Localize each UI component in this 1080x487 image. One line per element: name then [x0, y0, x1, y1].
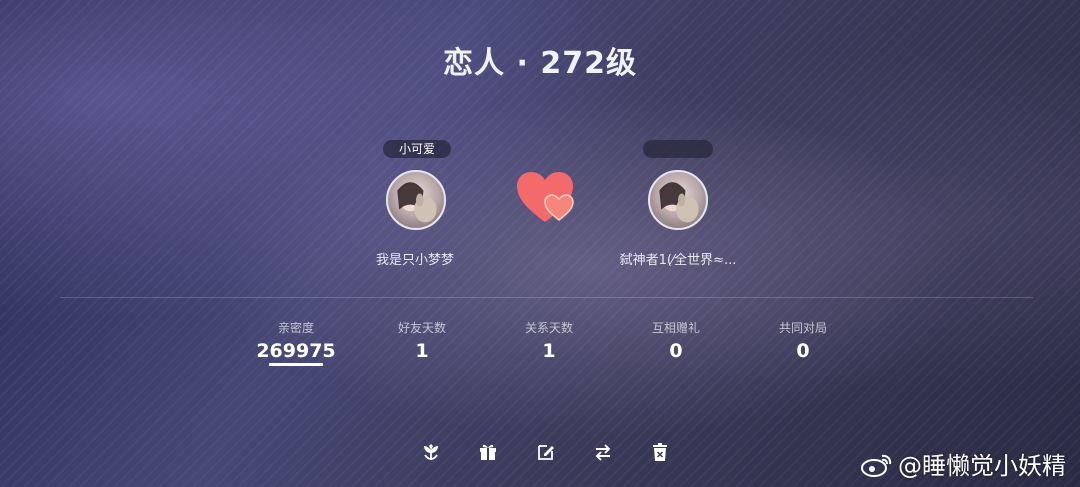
- flower-icon: [424, 444, 438, 460]
- stat-mutual-gifts: 互相赠礼 0: [606, 319, 746, 362]
- stat-label: 共同对局: [778, 321, 827, 335]
- gift-button[interactable]: [476, 440, 500, 464]
- swap-icon: [595, 444, 611, 461]
- page-title: 恋人 · 272级: [443, 46, 637, 81]
- delete-icon: [653, 443, 667, 461]
- right-user-avatar[interactable]: [648, 170, 708, 230]
- left-user-tag: 小可爱: [383, 140, 451, 158]
- gift-icon: [480, 444, 496, 460]
- watermark-text: @睡懒觉小妖精: [898, 452, 1066, 480]
- swap-button[interactable]: [591, 440, 615, 464]
- heart-icon: [517, 172, 574, 222]
- stat-intimacy: 亲密度 269975: [226, 319, 366, 362]
- right-user-tag: [643, 140, 713, 158]
- left-user-nickname: 我是只小梦梦: [375, 253, 454, 268]
- divider: [60, 297, 1033, 298]
- stat-label: 亲密度: [277, 321, 314, 335]
- edit-icon: [538, 445, 554, 460]
- stat-label: 关系天数: [524, 321, 573, 335]
- left-user-avatar[interactable]: [386, 170, 446, 230]
- stat-friend-days: 好友天数 1: [352, 319, 492, 362]
- stat-value: 0: [796, 340, 810, 362]
- stat-joint-matches: 共同对局 0: [733, 319, 873, 362]
- weibo-icon: [861, 454, 892, 477]
- delete-button[interactable]: [648, 440, 672, 464]
- stat-value: 1: [415, 340, 429, 362]
- stat-label: 好友天数: [397, 321, 446, 335]
- intimacy-underline: [269, 363, 323, 366]
- stat-value: 269975: [256, 340, 336, 362]
- stat-label: 互相赠礼: [651, 321, 700, 335]
- stat-value: 0: [669, 340, 683, 362]
- weibo-watermark: @睡懒觉小妖精: [860, 446, 1066, 481]
- flower-button[interactable]: [419, 440, 443, 464]
- edit-button[interactable]: [534, 440, 558, 464]
- stat-relation-days: 关系天数 1: [479, 319, 619, 362]
- right-user-nickname: 弑神者1(⁄全世界≈...: [619, 253, 737, 268]
- stat-value: 1: [542, 340, 556, 362]
